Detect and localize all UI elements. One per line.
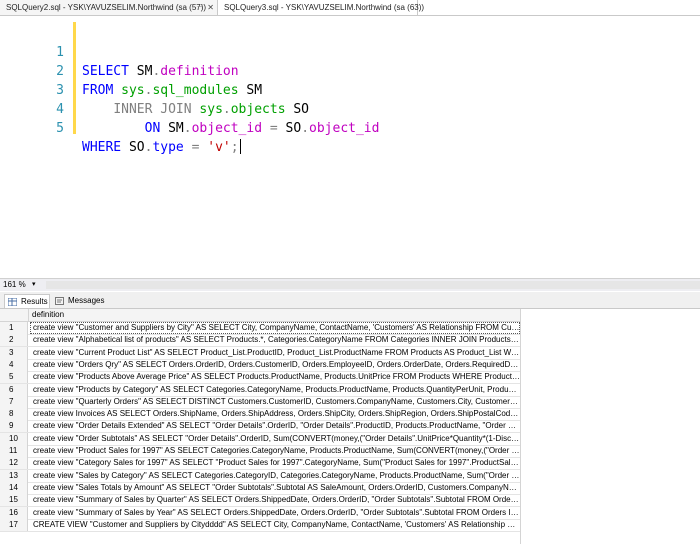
definition-cell[interactable]: create view "Product Sales for 1997" AS … [30, 445, 520, 457]
identifier: SO [285, 121, 302, 136]
grid-icon [8, 298, 17, 306]
grid-corner[interactable] [0, 309, 29, 321]
row-number[interactable]: 5 [0, 371, 28, 384]
row-number[interactable]: 16 [0, 506, 28, 519]
row-number[interactable]: 7 [0, 395, 28, 408]
code-line: 1 SELECT SM.definition [0, 24, 700, 79]
string-literal: 'v' [207, 140, 231, 155]
keyword: WHERE [82, 140, 122, 155]
zoom-level[interactable]: 161 % [3, 279, 26, 291]
row-number[interactable]: 2 [0, 334, 28, 347]
column-header-definition[interactable]: definition [32, 309, 64, 321]
table-row[interactable]: 6 create view "Products by Category" AS S… [0, 383, 520, 397]
row-number[interactable]: 4 [0, 358, 28, 371]
row-number[interactable]: 3 [0, 346, 28, 359]
tab-label: Messages [68, 296, 105, 305]
code-line: 3 INNER JOIN sys.objects SO [0, 62, 700, 117]
row-number[interactable]: 10 [0, 432, 28, 445]
results-grid[interactable]: definition 1 create view "Customer and Su… [0, 309, 700, 544]
punct: . [301, 121, 310, 136]
definition-cell[interactable]: create view Invoices AS SELECT Orders.Sh… [30, 408, 520, 420]
identifier: object_id [191, 121, 263, 136]
pin-icon[interactable]: ⊣ [197, 0, 203, 15]
punct: . [183, 121, 192, 136]
table-row[interactable]: 10 create view "Order Subtotals" AS SELEC… [0, 432, 520, 446]
keyword: ON [144, 121, 161, 136]
identifier: SO [128, 140, 145, 155]
table-row[interactable]: 5 create view "Products Above Average Pri… [0, 371, 520, 385]
definition-cell[interactable]: create view "Alphabetical list of produc… [30, 334, 520, 346]
identifier: type [152, 140, 184, 155]
horizontal-scrollbar[interactable] [46, 281, 700, 289]
definition-cell[interactable]: create view "Summary of Sales by Quarter… [30, 494, 520, 506]
row-number[interactable]: 14 [0, 481, 28, 494]
definition-cell[interactable]: create view "Sales by Category" AS SELEC… [30, 470, 520, 482]
definition-cell[interactable]: create view "Sales Totals by Amount" AS … [30, 482, 520, 494]
operator: = [191, 140, 200, 155]
table-row[interactable]: 8 create view Invoices AS SELECT Orders.S… [0, 408, 520, 422]
definition-cell[interactable]: create view "Order Details Extended" AS … [30, 420, 520, 432]
row-number[interactable]: 8 [0, 408, 28, 421]
text-caret [239, 139, 241, 154]
table-row[interactable]: 9 create view "Order Details Extended" AS… [0, 420, 520, 434]
definition-cell[interactable]: create view "Category Sales for 1997" AS… [30, 457, 520, 469]
row-number[interactable]: 15 [0, 494, 28, 507]
definition-cell[interactable]: create view "Summary of Sales by Year" A… [30, 507, 520, 519]
identifier: object_id [309, 121, 380, 136]
row-number[interactable]: 12 [0, 457, 28, 470]
definition-cell[interactable]: CREATE VIEW "Customer and Suppliers by C… [30, 519, 520, 531]
row-number[interactable]: 9 [0, 420, 28, 433]
tab-sqlquery2[interactable]: SQLQuery2.sql - YSK\YAVUZSELIM.Northwind… [0, 0, 218, 15]
tab-results[interactable]: Results [4, 294, 50, 308]
definition-cell[interactable]: create view "Products Above Average Pric… [30, 371, 520, 383]
query-editor[interactable]: 1 SELECT SM.definition 2 FROM sys.sql_mo… [0, 16, 700, 278]
code-line: 4 ON SM.object_id = SO.object_id [0, 81, 700, 136]
chevron-down-icon[interactable]: ▾ [32, 279, 36, 291]
table-row[interactable]: 16 create view "Summary of Sales by Year"… [0, 506, 520, 520]
table-row[interactable]: 1 create view "Customer and Suppliers by … [0, 322, 520, 335]
row-number[interactable]: 1 [0, 322, 28, 334]
table-row[interactable]: 13 create view "Sales by Category" AS SEL… [0, 469, 520, 483]
row-number[interactable]: 6 [0, 383, 28, 396]
definition-cell[interactable]: create view "Orders Qry" AS SELECT Order… [30, 359, 520, 371]
tab-label: SQLQuery2.sql - YSK\YAVUZSELIM.Northwind… [6, 3, 207, 12]
close-icon[interactable]: ✕ [207, 0, 214, 15]
definition-cell[interactable]: create view "Current Product List" AS SE… [30, 347, 520, 359]
grid-right-border [520, 309, 521, 544]
table-row[interactable]: 4 create view "Orders Qry" AS SELECT Orde… [0, 358, 520, 372]
operator: = [269, 121, 278, 136]
row-number[interactable]: 17 [0, 518, 28, 531]
table-row[interactable]: 17 CREATE VIEW "Customer and Suppliers by… [0, 518, 520, 532]
zoom-bar: 161 % ▾ [0, 278, 700, 291]
results-tab-strip: Results Messages [0, 292, 700, 309]
definition-cell[interactable]: create view "Quarterly Orders" AS SELECT… [30, 396, 520, 408]
tab-label: SQLQuery3.sql - YSK\YAVUZSELIM.Northwind… [224, 3, 425, 12]
table-row[interactable]: 14 create view "Sales Totals by Amount" A… [0, 481, 520, 495]
table-row[interactable]: 7 create view "Quarterly Orders" AS SELEC… [0, 395, 520, 409]
definition-cell[interactable]: create view "Order Subtotals" AS SELECT … [30, 433, 520, 445]
document-tab-strip: SQLQuery2.sql - YSK\YAVUZSELIM.Northwind… [0, 0, 700, 16]
punct: ; [230, 140, 239, 155]
row-number[interactable]: 11 [0, 445, 28, 457]
definition-cell[interactable]: create view "Products by Category" AS SE… [30, 384, 520, 396]
line-number: 5 [56, 121, 64, 136]
row-number[interactable]: 13 [0, 469, 28, 482]
code-line: 2 FROM sys.sql_modules SM [0, 43, 700, 98]
grid-header: definition [0, 309, 520, 322]
definition-cell[interactable]: create view "Customer and Suppliers by C… [30, 322, 520, 334]
table-row[interactable]: 12 create view "Category Sales for 1997" … [0, 457, 520, 471]
tab-label: Results [21, 297, 48, 306]
messages-icon [55, 297, 64, 305]
identifier: SM [168, 121, 184, 136]
tab-sqlquery3[interactable]: SQLQuery3.sql - YSK\YAVUZSELIM.Northwind… [218, 0, 424, 15]
tab-messages[interactable]: Messages [52, 294, 108, 308]
code-line: 5 WHERE SO. type = 'v'; [0, 100, 700, 155]
table-row[interactable]: 2 create view "Alphabetical list of produ… [0, 334, 520, 348]
table-row[interactable]: 15 create view "Summary of Sales by Quart… [0, 494, 520, 508]
table-row[interactable]: 3 create view "Current Product List" AS S… [0, 346, 520, 360]
table-row[interactable]: 11 create view "Product Sales for 1997" A… [0, 445, 520, 458]
